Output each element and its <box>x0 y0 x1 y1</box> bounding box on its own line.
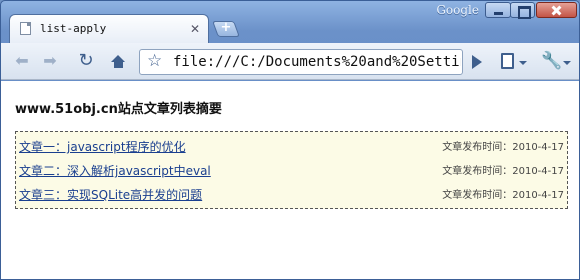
google-label: Google <box>436 3 479 17</box>
page-content: www.51obj.cn站点文章列表摘要 文章一：javascript程序的优化… <box>1 81 579 279</box>
publish-time: 文章发布时间：2010-4-17 <box>442 190 564 201</box>
publish-time: 文章发布时间：2010-4-17 <box>442 142 564 153</box>
tab-title: list-apply <box>40 22 107 35</box>
page-menu-icon[interactable] <box>501 53 514 69</box>
article-list: 文章一：javascript程序的优化 文章发布时间：2010-4-17 文章二… <box>15 131 568 209</box>
close-icon[interactable]: ✕ <box>190 23 200 35</box>
forward-icon[interactable]: ➡ <box>37 50 63 74</box>
browser-tab[interactable]: list-apply ✕ <box>9 14 209 43</box>
list-item: 文章三：实现SQLite高并发的问题 文章发布时间：2010-4-17 <box>19 186 564 206</box>
star-icon[interactable]: ☆ <box>147 51 162 71</box>
list-item: 文章一：javascript程序的优化 文章发布时间：2010-4-17 <box>19 138 564 158</box>
reload-icon[interactable]: ↻ <box>73 50 99 74</box>
url-text[interactable]: file:///C:/Documents%20and%20Setting <box>173 54 461 70</box>
back-icon[interactable]: ⬅ <box>9 50 35 74</box>
list-item: 文章二：深入解析javascript中eval 文章发布时间：2010-4-17 <box>19 162 564 182</box>
maximize-button[interactable] <box>510 2 535 19</box>
chevron-down-icon[interactable] <box>563 61 571 65</box>
go-icon[interactable] <box>472 55 482 69</box>
new-tab-button[interactable]: + <box>212 20 240 37</box>
minimize-button[interactable] <box>485 2 511 18</box>
new-tab-icon: + <box>220 20 232 35</box>
publish-time: 文章发布时间：2010-4-17 <box>442 166 564 177</box>
toolbar: ⬅ ➡ ↻ ☆ file:///C:/Documents%20and%20Set… <box>1 43 579 80</box>
close-window-button[interactable] <box>536 2 577 18</box>
page-title: www.51obj.cn站点文章列表摘要 <box>15 102 222 117</box>
page-icon <box>20 22 31 35</box>
wrench-icon[interactable]: 🔧 <box>541 51 562 71</box>
browser-window: Google list-apply ✕ + ⬅ ➡ ↻ ☆ file:///C:… <box>0 0 580 280</box>
article-link[interactable]: 文章三：实现SQLite高并发的问题 <box>19 186 202 203</box>
home-icon[interactable] <box>111 55 126 69</box>
chevron-down-icon[interactable] <box>519 61 527 65</box>
article-link[interactable]: 文章二：深入解析javascript中eval <box>19 162 211 179</box>
article-link[interactable]: 文章一：javascript程序的优化 <box>19 138 186 155</box>
